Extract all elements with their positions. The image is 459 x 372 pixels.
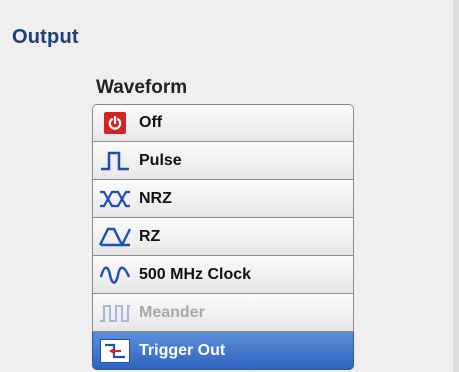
- waveform-option-meander[interactable]: Meander: [92, 294, 354, 332]
- meander-wave-icon: [99, 300, 131, 326]
- sine-wave-icon: [99, 262, 131, 288]
- waveform-option-label: 500 MHz Clock: [139, 265, 252, 283]
- waveform-option-pulse[interactable]: Pulse: [92, 142, 354, 180]
- rz-wave-icon: [99, 224, 131, 250]
- waveform-option-label: Meander: [139, 303, 205, 321]
- waveform-option-rz[interactable]: RZ: [92, 218, 354, 256]
- waveform-option-nrz[interactable]: NRZ: [92, 180, 354, 218]
- power-icon: [99, 110, 131, 136]
- pulse-wave-icon: [99, 148, 131, 174]
- waveform-option-label: Pulse: [139, 151, 182, 169]
- waveform-list: Off Pulse NRZ RZ 500 MHz Clock Meander T…: [92, 104, 354, 370]
- output-panel: Output Waveform Off Pulse NRZ RZ 500 MHz…: [0, 0, 459, 372]
- waveform-option-label: RZ: [139, 227, 161, 245]
- waveform-group-label: Waveform: [96, 77, 188, 98]
- waveform-option-off[interactable]: Off: [92, 104, 354, 142]
- waveform-option-500mhz-clock[interactable]: 500 MHz Clock: [92, 256, 354, 294]
- waveform-option-label: NRZ: [139, 189, 172, 207]
- waveform-option-trigger-out[interactable]: Trigger Out: [92, 332, 354, 370]
- trigger-out-icon: [99, 338, 131, 364]
- nrz-wave-icon: [99, 186, 131, 212]
- waveform-option-label: Off: [139, 114, 163, 131]
- waveform-option-label: Trigger Out: [139, 341, 226, 359]
- panel-title: Output: [12, 26, 79, 48]
